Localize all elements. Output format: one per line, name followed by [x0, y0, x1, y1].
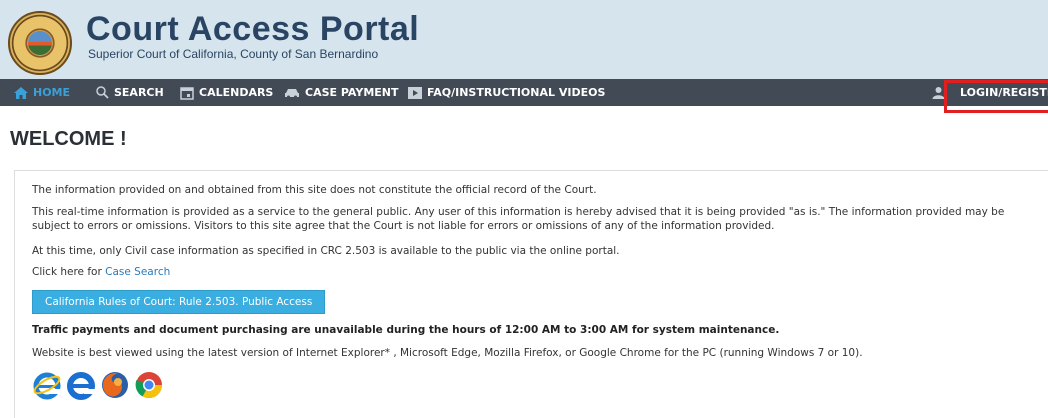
header: Court Access Portal Superior Court of Ca… [0, 0, 1048, 79]
nav-search[interactable]: SEARCH [96, 79, 164, 106]
welcome-heading: WELCOME ! [10, 128, 127, 150]
chrome-icon [135, 372, 163, 399]
login-highlight-box [944, 80, 1048, 113]
case-search-line: Click here for Case Search [32, 265, 1042, 279]
browser-icons [32, 370, 164, 400]
case-search-link[interactable]: Case Search [105, 266, 170, 278]
main-nav: HOME SEARCH CALENDARS CASE PAYMENT FAQ/I… [0, 79, 1048, 106]
portal-title[interactable]: Court Access Portal [86, 10, 419, 49]
disclaimer-as-is: This real-time information is provided a… [32, 206, 1005, 232]
nav-calendars-label: CALENDARS [199, 86, 274, 99]
portal-subtitle: Superior Court of California, County of … [88, 47, 379, 61]
court-seal-logo[interactable] [8, 11, 72, 75]
nav-home-label: HOME [33, 86, 71, 99]
rule-2503-button[interactable]: California Rules of Court: Rule 2.503. P… [32, 290, 326, 314]
civil-case-info: At this time, only Civil case informatio… [32, 245, 620, 257]
nav-faq-label: FAQ/INSTRUCTIONAL VIDEOS [427, 86, 606, 99]
disclaimer-official-record: The information provided on and obtained… [32, 184, 597, 196]
nav-case-payment-label: CASE PAYMENT [305, 86, 399, 99]
car-icon [285, 88, 299, 98]
nav-faq[interactable]: FAQ/INSTRUCTIONAL VIDEOS [408, 79, 605, 106]
search-icon [96, 86, 109, 99]
video-icon [408, 86, 422, 99]
home-icon [14, 86, 28, 99]
case-search-prefix: Click here for [32, 266, 106, 278]
internet-explorer-icon [33, 372, 61, 400]
nav-case-payment[interactable]: CASE PAYMENT [284, 79, 399, 106]
maintenance-notice: Traffic payments and document purchasing… [32, 324, 780, 336]
calendar-icon [180, 86, 194, 100]
edge-icon [67, 372, 96, 400]
browser-note: Website is best viewed using the latest … [32, 347, 863, 359]
nav-calendars[interactable]: CALENDARS [180, 79, 273, 106]
nav-home[interactable]: HOME [14, 79, 70, 106]
nav-search-label: SEARCH [114, 86, 164, 99]
firefox-icon [102, 372, 128, 398]
